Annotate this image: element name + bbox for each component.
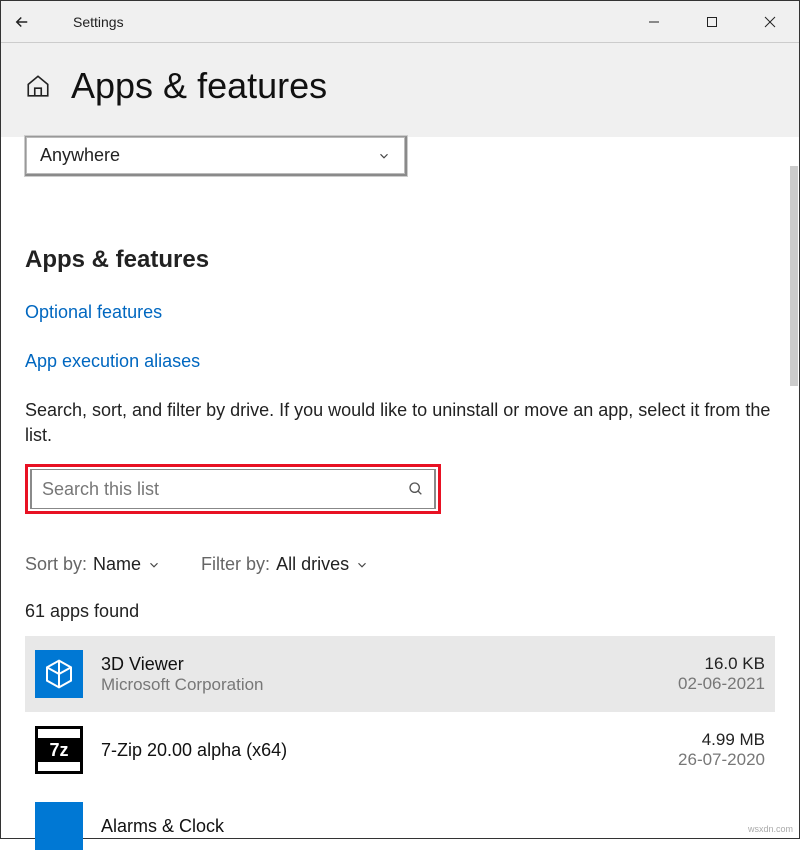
chevron-down-icon xyxy=(377,149,391,163)
sort-filter-row: Sort by: Name Filter by: All drives xyxy=(25,554,775,575)
back-button[interactable] xyxy=(1,1,43,43)
app-info: 7-Zip 20.00 alpha (x64) xyxy=(101,740,660,761)
chevron-down-icon xyxy=(355,558,369,572)
app-meta: 16.0 KB 02-06-2021 xyxy=(678,654,765,694)
app-meta: 4.99 MB 26-07-2020 xyxy=(678,730,765,770)
page-title: Apps & features xyxy=(71,65,327,107)
search-icon xyxy=(408,481,424,497)
7z-icon: 7z xyxy=(38,738,80,762)
section-description: Search, sort, and filter by drive. If yo… xyxy=(25,398,775,448)
app-icon-alarms xyxy=(35,802,83,850)
app-row[interactable]: 7z 7-Zip 20.00 alpha (x64) 4.99 MB 26-07… xyxy=(25,712,775,788)
app-name: 3D Viewer xyxy=(101,654,660,675)
app-execution-aliases-link[interactable]: App execution aliases xyxy=(25,351,775,372)
app-icon-3d-viewer xyxy=(35,650,83,698)
apps-count: 61 apps found xyxy=(25,601,775,622)
app-size: 4.99 MB xyxy=(678,730,765,750)
window-controls xyxy=(625,1,799,43)
sort-value: Name xyxy=(93,554,141,575)
app-name: Alarms & Clock xyxy=(101,816,765,837)
optional-features-link[interactable]: Optional features xyxy=(25,302,775,323)
filter-value: All drives xyxy=(276,554,349,575)
page-header: Apps & features xyxy=(1,43,799,137)
app-icon-7zip: 7z xyxy=(35,726,83,774)
minimize-button[interactable] xyxy=(625,1,683,43)
app-info: Alarms & Clock xyxy=(101,816,765,837)
app-row[interactable]: 3D Viewer Microsoft Corporation 16.0 KB … xyxy=(25,636,775,712)
scrollbar[interactable] xyxy=(790,166,798,386)
app-row[interactable]: Alarms & Clock xyxy=(25,788,775,850)
app-name: 7-Zip 20.00 alpha (x64) xyxy=(101,740,660,761)
sort-label: Sort by: xyxy=(25,554,87,575)
app-date: 26-07-2020 xyxy=(678,750,765,770)
chevron-down-icon xyxy=(147,558,161,572)
arrow-left-icon xyxy=(13,13,31,31)
apps-list: 3D Viewer Microsoft Corporation 16.0 KB … xyxy=(25,636,775,850)
main-content: Anywhere Apps & features Optional featur… xyxy=(1,136,799,850)
section-heading: Apps & features xyxy=(25,246,775,274)
titlebar: Settings xyxy=(1,1,799,43)
app-date: 02-06-2021 xyxy=(678,674,765,694)
install-source-dropdown[interactable]: Anywhere xyxy=(25,136,407,176)
close-icon xyxy=(764,16,776,28)
app-size: 16.0 KB xyxy=(678,654,765,674)
watermark: wsxdn.com xyxy=(748,824,793,834)
sort-by-dropdown[interactable]: Sort by: Name xyxy=(25,554,161,575)
app-publisher: Microsoft Corporation xyxy=(101,675,660,695)
search-highlight xyxy=(25,464,441,514)
search-box[interactable] xyxy=(30,469,436,509)
install-source-value: Anywhere xyxy=(40,145,120,166)
maximize-icon xyxy=(706,16,718,28)
maximize-button[interactable] xyxy=(683,1,741,43)
app-info: 3D Viewer Microsoft Corporation xyxy=(101,654,660,695)
filter-label: Filter by: xyxy=(201,554,270,575)
minimize-icon xyxy=(648,16,660,28)
search-input[interactable] xyxy=(42,479,408,500)
filter-by-dropdown[interactable]: Filter by: All drives xyxy=(201,554,369,575)
close-button[interactable] xyxy=(741,1,799,43)
cube-icon xyxy=(43,658,75,690)
window-title: Settings xyxy=(73,14,124,30)
home-icon[interactable] xyxy=(25,73,51,99)
